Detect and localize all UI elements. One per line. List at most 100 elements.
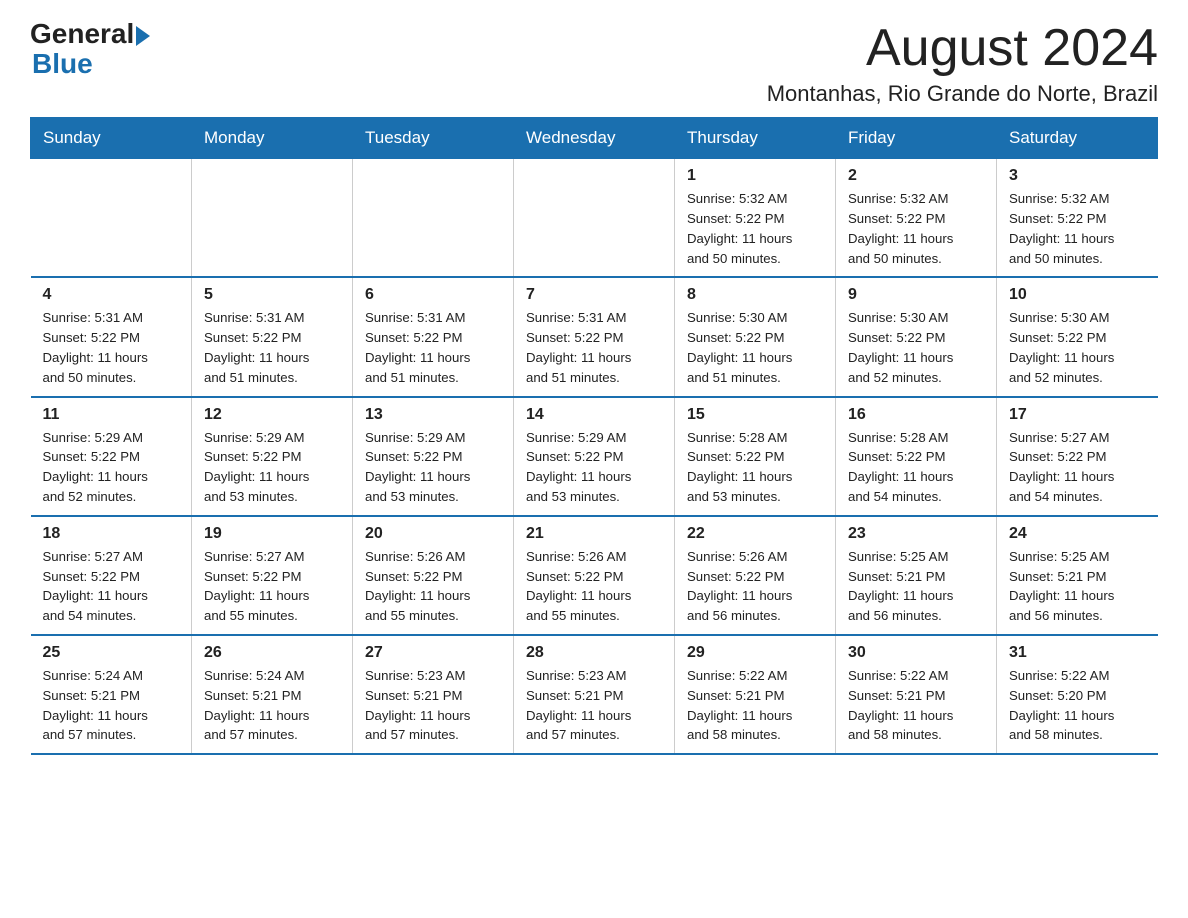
cell-info: Sunrise: 5:27 AM Sunset: 5:22 PM Dayligh… <box>1009 428 1146 507</box>
cell-info: Sunrise: 5:29 AM Sunset: 5:22 PM Dayligh… <box>204 428 340 507</box>
cell-info: Sunrise: 5:29 AM Sunset: 5:22 PM Dayligh… <box>43 428 180 507</box>
day-number: 12 <box>204 406 340 424</box>
calendar-cell: 17 Sunrise: 5:27 AM Sunset: 5:22 PM Dayli… <box>997 397 1158 516</box>
calendar-cell: 24 Sunrise: 5:25 AM Sunset: 5:21 PM Dayli… <box>997 516 1158 635</box>
cell-info: Sunrise: 5:30 AM Sunset: 5:22 PM Dayligh… <box>687 308 823 387</box>
day-number: 26 <box>204 644 340 662</box>
cell-info: Sunrise: 5:28 AM Sunset: 5:22 PM Dayligh… <box>848 428 984 507</box>
day-number: 7 <box>526 286 662 304</box>
day-number: 22 <box>687 525 823 543</box>
day-number: 3 <box>1009 167 1146 185</box>
calendar-cell <box>353 159 514 278</box>
cell-info: Sunrise: 5:30 AM Sunset: 5:22 PM Dayligh… <box>848 308 984 387</box>
day-number: 2 <box>848 167 984 185</box>
cell-info: Sunrise: 5:31 AM Sunset: 5:22 PM Dayligh… <box>43 308 180 387</box>
header-wednesday: Wednesday <box>514 118 675 159</box>
calendar-week-row-5: 25 Sunrise: 5:24 AM Sunset: 5:21 PM Dayli… <box>31 635 1158 754</box>
calendar-cell: 20 Sunrise: 5:26 AM Sunset: 5:22 PM Dayli… <box>353 516 514 635</box>
calendar-header-row: Sunday Monday Tuesday Wednesday Thursday… <box>31 118 1158 159</box>
header-saturday: Saturday <box>997 118 1158 159</box>
header-tuesday: Tuesday <box>353 118 514 159</box>
cell-info: Sunrise: 5:32 AM Sunset: 5:22 PM Dayligh… <box>1009 189 1146 268</box>
calendar-cell: 16 Sunrise: 5:28 AM Sunset: 5:22 PM Dayli… <box>836 397 997 516</box>
day-number: 23 <box>848 525 984 543</box>
calendar-cell <box>192 159 353 278</box>
day-number: 8 <box>687 286 823 304</box>
day-number: 15 <box>687 406 823 424</box>
calendar-cell: 6Sunrise: 5:31 AM Sunset: 5:22 PM Daylig… <box>353 277 514 396</box>
calendar-cell <box>514 159 675 278</box>
cell-info: Sunrise: 5:30 AM Sunset: 5:22 PM Dayligh… <box>1009 308 1146 387</box>
logo-blue: Blue <box>32 48 93 80</box>
page-header: General Blue August 2024 Montanhas, Rio … <box>30 20 1158 107</box>
cell-info: Sunrise: 5:22 AM Sunset: 5:21 PM Dayligh… <box>848 666 984 745</box>
logo: General Blue <box>30 20 150 80</box>
header-friday: Friday <box>836 118 997 159</box>
calendar-cell: 2 Sunrise: 5:32 AM Sunset: 5:22 PM Daylig… <box>836 159 997 278</box>
calendar-cell: 10 Sunrise: 5:30 AM Sunset: 5:22 PM Dayli… <box>997 277 1158 396</box>
cell-info: Sunrise: 5:29 AM Sunset: 5:22 PM Dayligh… <box>526 428 662 507</box>
calendar-cell: 5 Sunrise: 5:31 AM Sunset: 5:22 PM Daylig… <box>192 277 353 396</box>
calendar-cell: 1 Sunrise: 5:32 AM Sunset: 5:22 PM Daylig… <box>675 159 836 278</box>
day-number: 1 <box>687 167 823 185</box>
day-number: 24 <box>1009 525 1146 543</box>
calendar-cell: 13 Sunrise: 5:29 AM Sunset: 5:22 PM Dayli… <box>353 397 514 516</box>
day-number: 17 <box>1009 406 1146 424</box>
cell-info: Sunrise: 5:25 AM Sunset: 5:21 PM Dayligh… <box>848 547 984 626</box>
calendar-week-row-1: 1 Sunrise: 5:32 AM Sunset: 5:22 PM Daylig… <box>31 159 1158 278</box>
day-number: 31 <box>1009 644 1146 662</box>
day-number: 5 <box>204 286 340 304</box>
calendar-cell: 7 Sunrise: 5:31 AM Sunset: 5:22 PM Daylig… <box>514 277 675 396</box>
cell-info: Sunrise: 5:32 AM Sunset: 5:22 PM Dayligh… <box>687 189 823 268</box>
cell-info: Sunrise: 5:22 AM Sunset: 5:21 PM Dayligh… <box>687 666 823 745</box>
day-number: 11 <box>43 406 180 424</box>
calendar-cell: 14 Sunrise: 5:29 AM Sunset: 5:22 PM Dayli… <box>514 397 675 516</box>
cell-info: Sunrise: 5:31 AM Sunset: 5:22 PM Dayligh… <box>204 308 340 387</box>
cell-info: Sunrise: 5:26 AM Sunset: 5:22 PM Dayligh… <box>365 547 501 626</box>
day-number: 13 <box>365 406 501 424</box>
calendar-cell: 4 Sunrise: 5:31 AM Sunset: 5:22 PM Daylig… <box>31 277 192 396</box>
month-title: August 2024 <box>767 20 1158 77</box>
calendar-table: Sunday Monday Tuesday Wednesday Thursday… <box>30 117 1158 755</box>
calendar-cell <box>31 159 192 278</box>
calendar-cell: 12 Sunrise: 5:29 AM Sunset: 5:22 PM Dayli… <box>192 397 353 516</box>
calendar-cell: 21Sunrise: 5:26 AM Sunset: 5:22 PM Dayli… <box>514 516 675 635</box>
cell-info: Sunrise: 5:23 AM Sunset: 5:21 PM Dayligh… <box>365 666 501 745</box>
cell-info: Sunrise: 5:29 AM Sunset: 5:22 PM Dayligh… <box>365 428 501 507</box>
title-block: August 2024 Montanhas, Rio Grande do Nor… <box>767 20 1158 107</box>
cell-info: Sunrise: 5:31 AM Sunset: 5:22 PM Dayligh… <box>365 308 501 387</box>
calendar-cell: 18Sunrise: 5:27 AM Sunset: 5:22 PM Dayli… <box>31 516 192 635</box>
calendar-cell: 27 Sunrise: 5:23 AM Sunset: 5:21 PM Dayli… <box>353 635 514 754</box>
day-number: 20 <box>365 525 501 543</box>
calendar-cell: 26 Sunrise: 5:24 AM Sunset: 5:21 PM Dayli… <box>192 635 353 754</box>
cell-info: Sunrise: 5:25 AM Sunset: 5:21 PM Dayligh… <box>1009 547 1146 626</box>
day-number: 16 <box>848 406 984 424</box>
calendar-cell: 23 Sunrise: 5:25 AM Sunset: 5:21 PM Dayli… <box>836 516 997 635</box>
cell-info: Sunrise: 5:31 AM Sunset: 5:22 PM Dayligh… <box>526 308 662 387</box>
calendar-cell: 29 Sunrise: 5:22 AM Sunset: 5:21 PM Dayli… <box>675 635 836 754</box>
calendar-week-row-2: 4 Sunrise: 5:31 AM Sunset: 5:22 PM Daylig… <box>31 277 1158 396</box>
day-number: 28 <box>526 644 662 662</box>
calendar-cell: 30Sunrise: 5:22 AM Sunset: 5:21 PM Dayli… <box>836 635 997 754</box>
day-number: 29 <box>687 644 823 662</box>
cell-info: Sunrise: 5:32 AM Sunset: 5:22 PM Dayligh… <box>848 189 984 268</box>
day-number: 27 <box>365 644 501 662</box>
logo-arrow-icon <box>136 26 150 46</box>
calendar-cell: 25Sunrise: 5:24 AM Sunset: 5:21 PM Dayli… <box>31 635 192 754</box>
day-number: 25 <box>43 644 180 662</box>
calendar-cell: 28 Sunrise: 5:23 AM Sunset: 5:21 PM Dayli… <box>514 635 675 754</box>
cell-info: Sunrise: 5:24 AM Sunset: 5:21 PM Dayligh… <box>204 666 340 745</box>
day-number: 18 <box>43 525 180 543</box>
cell-info: Sunrise: 5:23 AM Sunset: 5:21 PM Dayligh… <box>526 666 662 745</box>
calendar-cell: 8 Sunrise: 5:30 AM Sunset: 5:22 PM Daylig… <box>675 277 836 396</box>
calendar-cell: 22Sunrise: 5:26 AM Sunset: 5:22 PM Dayli… <box>675 516 836 635</box>
cell-info: Sunrise: 5:22 AM Sunset: 5:20 PM Dayligh… <box>1009 666 1146 745</box>
day-number: 4 <box>43 286 180 304</box>
header-thursday: Thursday <box>675 118 836 159</box>
day-number: 10 <box>1009 286 1146 304</box>
header-sunday: Sunday <box>31 118 192 159</box>
cell-info: Sunrise: 5:27 AM Sunset: 5:22 PM Dayligh… <box>204 547 340 626</box>
calendar-cell: 11 Sunrise: 5:29 AM Sunset: 5:22 PM Dayli… <box>31 397 192 516</box>
header-monday: Monday <box>192 118 353 159</box>
day-number: 14 <box>526 406 662 424</box>
